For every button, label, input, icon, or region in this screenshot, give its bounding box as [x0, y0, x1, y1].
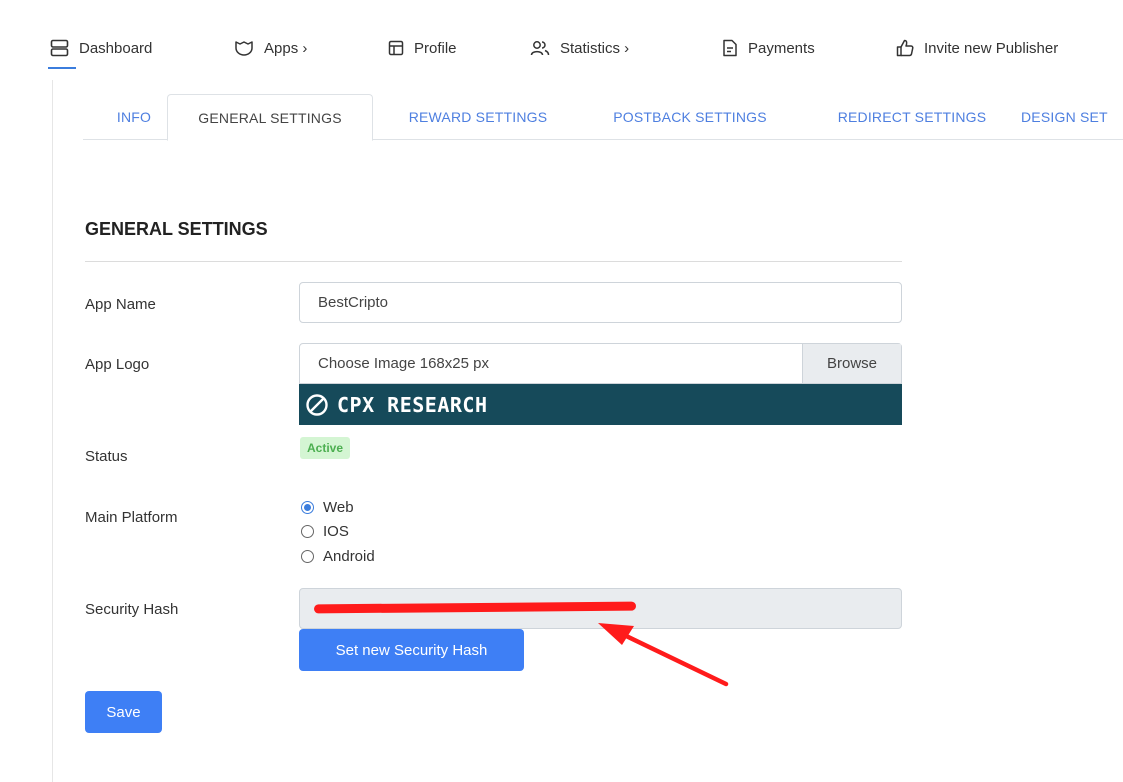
logo-text: CPX RESEARCH	[337, 392, 488, 417]
platform-option-android[interactable]: Android	[301, 548, 375, 565]
nav-item-invite[interactable]: Invite new Publisher	[896, 36, 1058, 60]
settings-panel: INFO GENERAL SETTINGS REWARD SETTINGS PO…	[52, 80, 1123, 782]
tab-info[interactable]: INFO	[97, 94, 171, 140]
nav-active-indicator	[48, 67, 76, 69]
radio-android[interactable]	[301, 550, 314, 563]
users-icon	[530, 41, 550, 56]
radio-label: Web	[323, 499, 354, 516]
app-logo-preview: CPX RESEARCH	[299, 384, 902, 425]
nav-label: Profile	[414, 39, 457, 57]
cpx-logo-icon	[306, 393, 328, 416]
tab-reward-settings[interactable]: REWARD SETTINGS	[383, 94, 573, 140]
app-name-input[interactable]: BestCripto	[299, 282, 902, 323]
nav-item-payments[interactable]: Payments	[722, 36, 815, 60]
nav-item-profile[interactable]: Profile	[388, 36, 457, 60]
settings-tabs: INFO GENERAL SETTINGS REWARD SETTINGS PO…	[83, 94, 1123, 141]
layout-icon	[388, 40, 404, 56]
nav-label: Statistics ›	[560, 39, 630, 57]
redaction-mark	[313, 601, 637, 614]
radio-label: IOS	[323, 523, 349, 540]
file-icon	[723, 39, 737, 57]
status-badge: Active	[300, 437, 351, 459]
app-logo-file-input[interactable]: Choose Image 168x25 px Browse	[299, 343, 902, 384]
app-name-label: App Name	[85, 296, 156, 313]
logo-file-placeholder: Choose Image 168x25 px	[318, 355, 489, 372]
tab-design-settings[interactable]: DESIGN SET	[1021, 94, 1123, 140]
nav-label: Invite new Publisher	[924, 39, 1059, 57]
nav-label: Payments	[748, 39, 815, 57]
main-platform-label: Main Platform	[85, 509, 178, 526]
tab-general-settings[interactable]: GENERAL SETTINGS	[167, 94, 373, 141]
set-security-hash-button[interactable]: Set new Security Hash	[299, 629, 524, 671]
security-hash-input	[299, 588, 902, 629]
status-label: Status	[85, 448, 128, 465]
nav-label: Apps ›	[264, 39, 308, 57]
security-hash-label: Security Hash	[85, 601, 179, 618]
platform-option-web[interactable]: Web	[301, 499, 354, 516]
apps-icon	[235, 41, 253, 56]
section-divider	[85, 261, 902, 262]
nav-item-apps[interactable]: Apps ›	[234, 36, 307, 60]
radio-label: Android	[323, 548, 375, 565]
save-button[interactable]: Save	[85, 691, 162, 733]
app-name-value: BestCripto	[318, 294, 389, 311]
section-title: GENERAL SETTINGS	[85, 219, 268, 239]
nav-label: Dashboard	[79, 39, 153, 57]
browse-button[interactable]: Browse	[802, 344, 901, 383]
tab-redirect-settings[interactable]: REDIRECT SETTINGS	[807, 94, 1017, 140]
thumbs-up-icon	[896, 39, 914, 57]
radio-ios[interactable]	[301, 525, 314, 538]
nav-item-dashboard[interactable]: Dashboard	[50, 36, 152, 60]
radio-web[interactable]	[301, 501, 314, 514]
platform-option-ios[interactable]: IOS	[301, 523, 349, 540]
server-icon	[50, 39, 69, 57]
app-logo-label: App Logo	[85, 356, 150, 373]
nav-item-statistics[interactable]: Statistics ›	[530, 36, 629, 60]
top-nav: Dashboard Apps › Profile Statistics › Pa…	[0, 0, 1123, 80]
tab-postback-settings[interactable]: POSTBACK SETTINGS	[583, 94, 797, 140]
